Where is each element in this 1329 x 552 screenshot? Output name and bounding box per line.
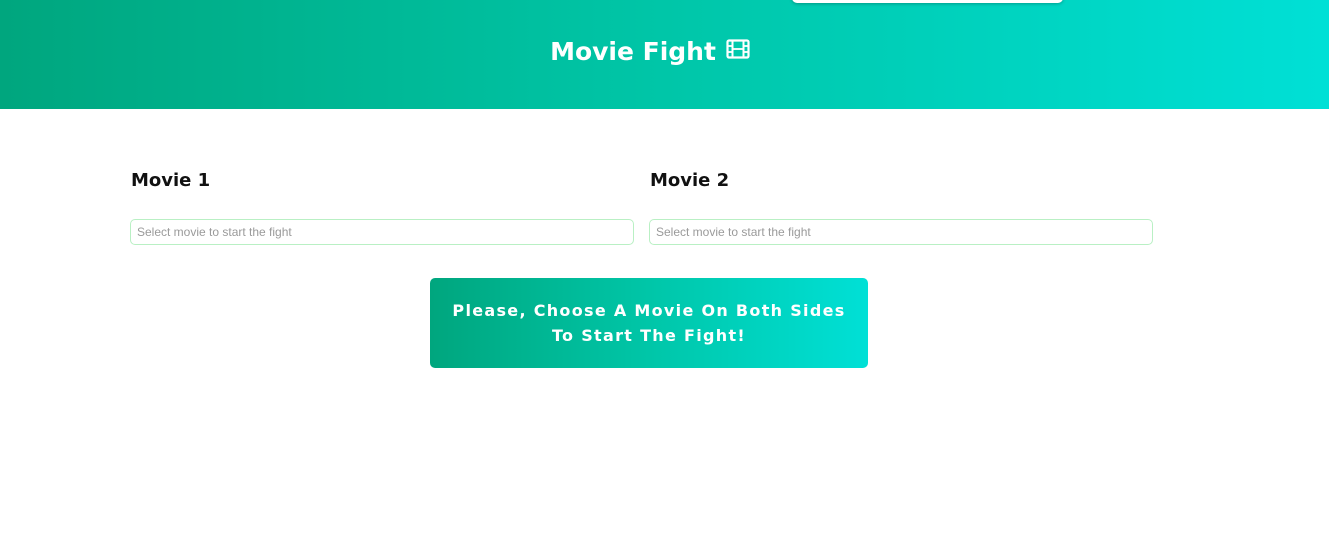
page-title-wrap: Movie Fight — [0, 34, 1300, 70]
movie-2-search-input[interactable] — [649, 219, 1153, 245]
start-fight-line-1: Please, Choose A Movie On Both Sides — [452, 301, 846, 320]
movie-1-label: Movie 1 — [131, 170, 211, 191]
movie-2-label: Movie 2 — [650, 170, 730, 191]
film-icon — [726, 33, 750, 69]
start-fight-button[interactable]: Please, Choose A Movie On Both Sides To … — [430, 278, 868, 368]
header-banner: Movie Fight — [0, 0, 1329, 109]
page-title: Movie Fight — [550, 37, 716, 66]
start-fight-line-2: To Start The Fight! — [551, 326, 747, 345]
movie-1-search-input[interactable] — [130, 219, 634, 245]
header-tab[interactable] — [792, 0, 1063, 3]
